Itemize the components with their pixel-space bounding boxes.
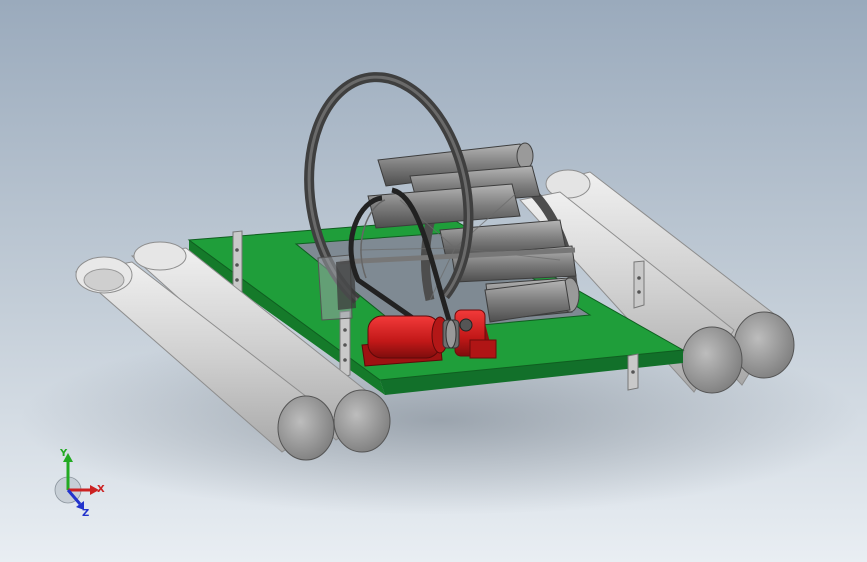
coordinate-triad: Y X Z (54, 448, 105, 519)
bracket-right-rear (633, 260, 645, 309)
z-axis-label: Z (82, 508, 89, 519)
bracket-left-front (339, 310, 351, 379)
x-axis-label: X (97, 484, 105, 495)
cad-model-scene (20, 72, 860, 515)
bracket-right-front (627, 353, 639, 391)
cad-viewport[interactable]: Y X Z (0, 0, 867, 562)
bracket-left-rear (232, 230, 243, 296)
y-axis-label: Y (59, 448, 68, 459)
